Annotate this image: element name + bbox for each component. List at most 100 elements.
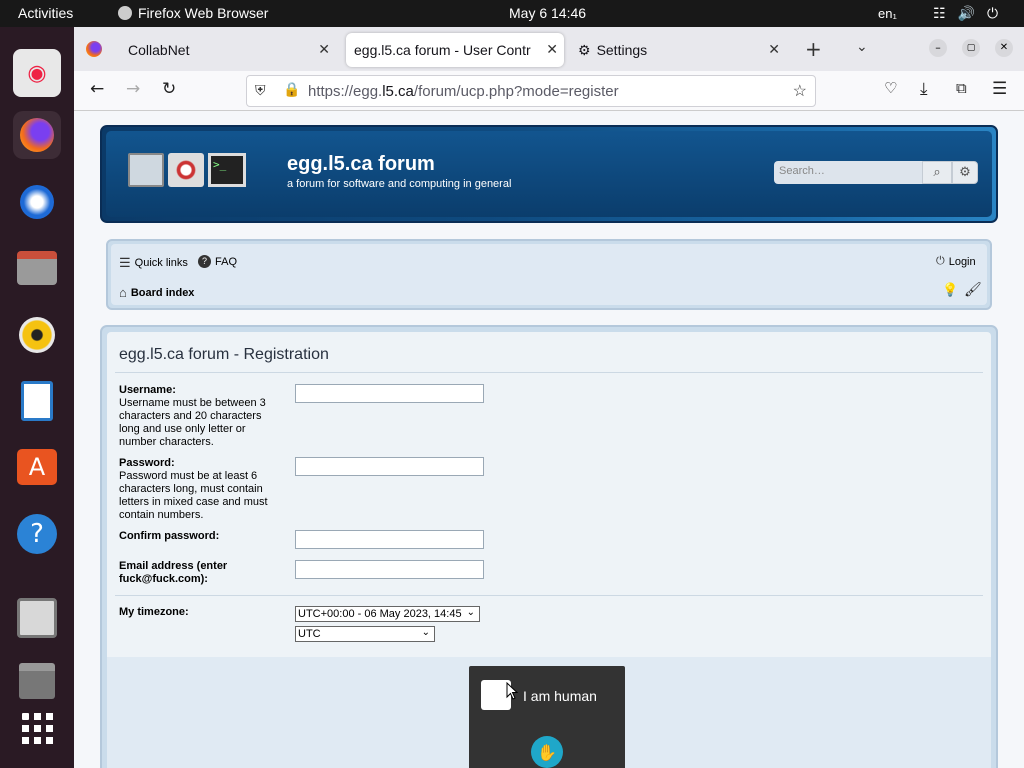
- rhythmbox-icon[interactable]: [13, 311, 61, 359]
- back-icon[interactable]: ←: [90, 79, 104, 99]
- login-link[interactable]: ⏻ Login: [936, 255, 976, 268]
- extensions-icon[interactable]: ⧉: [956, 79, 967, 97]
- tab-label: CollabNet: [128, 42, 190, 58]
- firefox-small-icon: [118, 6, 132, 20]
- volume-icon: 🔊: [957, 5, 975, 21]
- faq-link[interactable]: ? FAQ: [198, 255, 237, 268]
- captcha-widget: I am human ✋: [469, 666, 625, 768]
- computer-icon: [128, 153, 164, 187]
- search-icon: ⌕: [933, 165, 941, 180]
- hcaptcha-logo-icon: ✋: [531, 736, 563, 768]
- disc-drive-icon: [168, 153, 204, 187]
- bookmark-star-icon[interactable]: ☆: [793, 81, 807, 101]
- divider: [115, 372, 983, 373]
- lightbulb-icon[interactable]: 💡: [942, 283, 958, 298]
- language-indicator[interactable]: en₁: [878, 6, 897, 21]
- tab-forum[interactable]: egg.l5.ca forum - User Contr ✕: [346, 33, 564, 67]
- forum-header: >_ egg.l5.ca forum a forum for software …: [100, 125, 998, 223]
- tab-label: Settings: [596, 42, 648, 58]
- app-menu[interactable]: Firefox Web Browser: [118, 5, 268, 21]
- timezone-select[interactable]: UTC ⌄: [295, 626, 435, 642]
- close-window-icon[interactable]: ✕: [995, 39, 1013, 57]
- registration-heading: egg.l5.ca forum - Registration: [119, 346, 329, 363]
- shield-icon[interactable]: ⛨: [255, 82, 266, 99]
- app-name: Firefox Web Browser: [138, 5, 269, 21]
- site-title[interactable]: egg.l5.ca forum: [287, 153, 435, 176]
- chevron-down-icon: ⌄: [466, 607, 475, 618]
- gear-icon: ⚙: [959, 165, 971, 180]
- menu-icon[interactable]: ☰: [992, 79, 1007, 99]
- url-text: https://egg.l5.ca/forum/ucp.php?mode=reg…: [308, 83, 619, 100]
- power-icon: ⏻: [987, 5, 999, 21]
- home-icon: ⌂: [119, 285, 127, 300]
- system-top-bar: Activities Firefox Web Browser May 6 14:…: [0, 0, 1024, 27]
- tab-bar: CollabNet ✕ egg.l5.ca forum - User Contr…: [74, 27, 1024, 71]
- site-logo[interactable]: >_: [128, 153, 246, 187]
- lock-icon[interactable]: 🔒: [283, 81, 300, 98]
- pocket-icon[interactable]: ♡: [884, 79, 897, 97]
- mouse-cursor: [506, 682, 519, 700]
- search-input[interactable]: Search…: [774, 161, 926, 184]
- divider: [115, 595, 983, 596]
- gear-icon: ⚙: [578, 41, 591, 58]
- browser-window: CollabNet ✕ egg.l5.ca forum - User Contr…: [74, 27, 1024, 768]
- timezone-date-select[interactable]: UTC+00:00 - 06 May 2023, 14:45 ⌄: [295, 606, 480, 622]
- username-label: Username: Username must be between 3 cha…: [119, 384, 266, 448]
- network-icon: ☷: [933, 5, 946, 21]
- board-index-link[interactable]: ⌂ Board index: [119, 285, 194, 300]
- brush-icon[interactable]: 🖌: [964, 282, 982, 298]
- maximize-icon[interactable]: ▢: [962, 39, 980, 57]
- chevron-down-icon: ⌄: [421, 627, 430, 638]
- search-button[interactable]: ⌕: [922, 161, 952, 184]
- site-description: a forum for software and computing in ge…: [287, 178, 512, 190]
- activities-button[interactable]: Activities: [18, 5, 73, 21]
- captcha-area: I am human ✋: [107, 657, 991, 768]
- system-tray[interactable]: ☷ 🔊 ⏻: [933, 5, 998, 22]
- clock[interactable]: May 6 14:46: [509, 5, 586, 21]
- quick-links-button[interactable]: ☰ Quick links: [119, 255, 188, 271]
- username-field[interactable]: [295, 384, 484, 403]
- tab-settings[interactable]: ⚙ Settings ✕: [570, 33, 790, 67]
- power-icon: ⏻: [936, 255, 945, 267]
- dock: ◉ A ?: [0, 27, 74, 768]
- terminal-icon: >_: [208, 153, 246, 187]
- close-tab-icon[interactable]: ✕: [546, 41, 558, 58]
- minimize-icon[interactable]: –: [929, 39, 947, 57]
- files-icon[interactable]: [13, 244, 61, 292]
- forward-icon[interactable]: →: [126, 79, 140, 99]
- navigation-bar: ← → ↻ ⛨ 🔒 https://egg.l5.ca/forum/ucp.ph…: [74, 71, 1024, 111]
- firefox-icon[interactable]: [13, 111, 61, 159]
- chevron-down-icon[interactable]: ⌄: [856, 39, 868, 55]
- confirm-password-label: Confirm password:: [119, 530, 220, 542]
- tab-collabnet[interactable]: CollabNet ✕: [114, 33, 340, 67]
- download-icon[interactable]: ⤓: [920, 79, 928, 99]
- question-circle-icon: ?: [198, 255, 211, 268]
- page-content: >_ egg.l5.ca forum a forum for software …: [74, 111, 1024, 768]
- thunderbird-icon[interactable]: [13, 178, 61, 226]
- reload-icon[interactable]: ↻: [162, 79, 176, 99]
- email-label: Email address (enter fuck@fuck.com):: [119, 560, 228, 585]
- captcha-label: I am human: [523, 688, 597, 704]
- new-tab-icon[interactable]: +: [805, 37, 822, 61]
- help-icon[interactable]: ?: [13, 510, 61, 558]
- tab-label: egg.l5.ca forum - User Contr: [354, 42, 531, 58]
- close-tab-icon[interactable]: ✕: [318, 41, 330, 58]
- email-field[interactable]: [295, 560, 484, 579]
- confirm-password-field[interactable]: [295, 530, 484, 549]
- url-bar[interactable]: ⛨ 🔒 https://egg.l5.ca/forum/ucp.php?mode…: [246, 75, 816, 107]
- firefox-view-icon[interactable]: [86, 41, 102, 57]
- timezone-label: My timezone:: [119, 606, 189, 618]
- hamburger-icon: ☰: [119, 255, 131, 270]
- password-field[interactable]: [295, 457, 484, 476]
- save-icon[interactable]: [13, 594, 61, 642]
- close-tab-icon[interactable]: ✕: [768, 41, 780, 58]
- writer-icon[interactable]: [13, 377, 61, 425]
- registration-panel: egg.l5.ca forum - Registration Username:…: [100, 325, 998, 768]
- app-center-icon[interactable]: A: [13, 443, 61, 491]
- apps-grid-icon[interactable]: [13, 704, 61, 752]
- trash-icon[interactable]: [13, 657, 61, 705]
- help-app-icon[interactable]: ◉: [13, 49, 61, 97]
- password-label: Password: Password must be at least 6 ch…: [119, 457, 268, 521]
- forum-navbar: ☰ Quick links ? FAQ ⏻ Login ⌂ Board inde…: [106, 239, 992, 310]
- advanced-search-button[interactable]: ⚙: [952, 161, 978, 184]
